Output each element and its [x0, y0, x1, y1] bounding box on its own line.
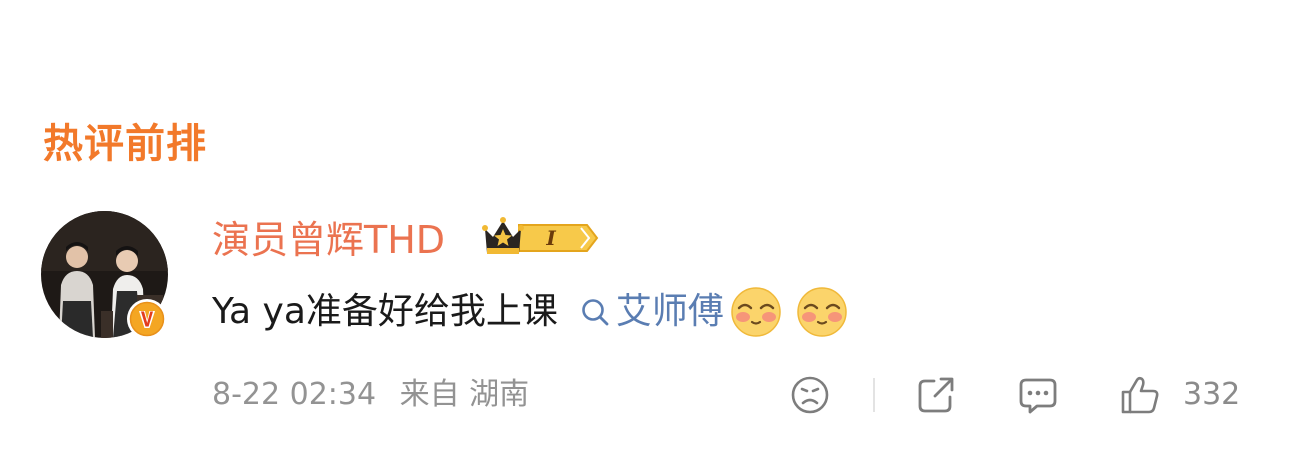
- topic-link-label: 艾师傅: [615, 291, 724, 332]
- comment-page: 热评前排 演员曾辉THD I Ya ya准备好给我上课 艾师傅 8-22 02:…: [0, 0, 1290, 458]
- reply-button[interactable]: [1017, 372, 1059, 418]
- topic-link[interactable]: 艾师傅: [580, 286, 724, 338]
- like-count: 332: [1183, 377, 1241, 412]
- section-title: 热评前排: [43, 121, 207, 167]
- sad-face-icon: [791, 376, 829, 414]
- thumbs-up-icon: [1121, 376, 1159, 414]
- comment-icon: [1019, 378, 1057, 414]
- comment-source: 来自 湖南: [399, 377, 530, 412]
- shy-face-emoji: [731, 287, 781, 337]
- crown-icon[interactable]: I: [481, 215, 599, 261]
- search-icon: [582, 299, 609, 326]
- badge-level: I: [545, 226, 556, 250]
- comment-meta: 8-22 02:34 来自 湖南: [212, 372, 529, 418]
- username[interactable]: 演员曾辉THD: [212, 214, 445, 266]
- v-verified-icon: [127, 299, 167, 339]
- dislike-button[interactable]: [789, 372, 831, 418]
- comment-body: Ya ya准备好给我上课 艾师傅: [212, 286, 848, 338]
- comment-text: Ya ya准备好给我上课: [212, 291, 558, 332]
- share-icon: [918, 377, 954, 413]
- like-button[interactable]: 332: [1119, 372, 1240, 418]
- avatar[interactable]: [41, 211, 168, 339]
- share-button[interactable]: [915, 372, 957, 418]
- comment-date: 8-22 02:34: [212, 377, 377, 412]
- shy-face-emoji: [797, 287, 847, 337]
- action-divider: [873, 378, 875, 412]
